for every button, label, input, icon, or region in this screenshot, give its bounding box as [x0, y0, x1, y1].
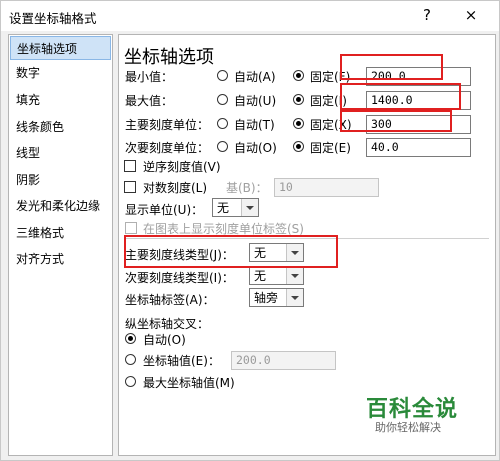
minor-tick-type-select[interactable]: 无	[249, 266, 304, 285]
log-base-input[interactable]: 10	[274, 178, 379, 197]
sidebar-item-glow-soft-edges[interactable]: 发光和柔化边缘	[10, 194, 111, 218]
min-auto-radio[interactable]	[217, 70, 228, 81]
sidebar-item-number[interactable]: 数字	[10, 61, 111, 85]
help-button[interactable]: ?	[417, 5, 437, 25]
minor-auto-label[interactable]: 自动(O)	[234, 139, 277, 156]
highlight-max-fixed	[340, 83, 461, 110]
display-units-select[interactable]: 无	[212, 198, 259, 217]
max-auto-label[interactable]: 自动(U)	[234, 92, 276, 109]
cross-max-radio[interactable]	[125, 376, 136, 387]
min-label: 最小值：	[125, 70, 174, 84]
minor-unit-input[interactable]: 40.0	[366, 138, 471, 157]
cross-value-radio[interactable]	[125, 354, 136, 365]
log-scale-label[interactable]: 对数刻度(L)	[143, 179, 207, 196]
cross-section-title: 纵坐标轴交叉：	[125, 317, 210, 331]
major-auto-radio[interactable]	[217, 118, 228, 129]
minor-tick-type-label: 次要刻度线类型(I)：	[125, 271, 234, 285]
cross-auto-label[interactable]: 自动(O)	[143, 331, 186, 348]
category-sidebar: 坐标轴选项 数字 填充 线条颜色 线型 阴影 发光和柔化边缘 三维格式 对齐方式	[8, 34, 113, 456]
highlight-major-fixed	[340, 110, 452, 132]
cross-value-label[interactable]: 坐标轴值(E)：	[143, 352, 220, 369]
axis-labels-label: 坐标轴标签(A)：	[125, 293, 215, 307]
show-units-label-checkbox[interactable]	[125, 222, 137, 234]
minor-fixed-radio[interactable]	[293, 141, 304, 152]
highlight-min-fixed	[340, 54, 443, 80]
chevron-down-icon	[241, 199, 258, 216]
sidebar-item-line-color[interactable]: 线条颜色	[10, 115, 111, 139]
sidebar-item-line-style[interactable]: 线型	[10, 141, 111, 165]
max-fixed-radio[interactable]	[293, 94, 304, 105]
reverse-order-checkbox[interactable]	[124, 160, 136, 172]
cross-max-label[interactable]: 最大坐标轴值(M)	[143, 374, 235, 391]
dialog-title: 设置坐标轴格式	[9, 11, 97, 26]
minor-unit-label: 次要刻度单位：	[125, 141, 210, 155]
max-label: 最大值：	[125, 94, 174, 108]
display-units-label: 显示单位(U)：	[125, 203, 204, 217]
min-fixed-radio[interactable]	[293, 70, 304, 81]
minor-fixed-label[interactable]: 固定(E)	[310, 139, 351, 156]
sidebar-item-shadow[interactable]: 阴影	[10, 168, 111, 192]
close-button[interactable]: ×	[461, 5, 481, 25]
reverse-order-label[interactable]: 逆序刻度值(V)	[143, 158, 221, 175]
sidebar-item-3d-format[interactable]: 三维格式	[10, 221, 111, 245]
minor-tick-type-value: 无	[254, 269, 267, 283]
watermark-subtitle: 助你轻松解决	[375, 421, 441, 434]
title-bar[interactable]: 设置坐标轴格式 ? ×	[1, 1, 499, 31]
display-units-value: 无	[217, 201, 230, 215]
chevron-down-icon	[286, 289, 303, 306]
max-auto-radio[interactable]	[217, 94, 228, 105]
chevron-down-icon	[286, 267, 303, 284]
log-base-label: 基(B)：	[226, 181, 268, 195]
cross-auto-radio[interactable]	[125, 333, 136, 344]
min-auto-label[interactable]: 自动(A)	[234, 68, 276, 85]
major-fixed-radio[interactable]	[293, 118, 304, 129]
sidebar-item-alignment[interactable]: 对齐方式	[10, 247, 111, 271]
axis-labels-value: 轴旁	[254, 291, 279, 305]
sidebar-item-axis-options[interactable]: 坐标轴选项	[10, 36, 111, 60]
axis-labels-select[interactable]: 轴旁	[249, 288, 304, 307]
major-auto-label[interactable]: 自动(T)	[234, 116, 275, 133]
panel-heading: 坐标轴选项	[124, 47, 214, 68]
format-axis-dialog: 设置坐标轴格式 ? × 坐标轴选项 数字 填充 线条颜色 线型 阴影 发光和柔化…	[0, 0, 500, 461]
highlight-major-tick-type	[124, 235, 338, 268]
major-unit-label: 主要刻度单位：	[125, 118, 210, 132]
minor-auto-radio[interactable]	[217, 141, 228, 152]
cross-value-input[interactable]: 200.0	[231, 351, 336, 370]
sidebar-item-fill[interactable]: 填充	[10, 88, 111, 112]
log-scale-checkbox[interactable]	[124, 181, 136, 193]
